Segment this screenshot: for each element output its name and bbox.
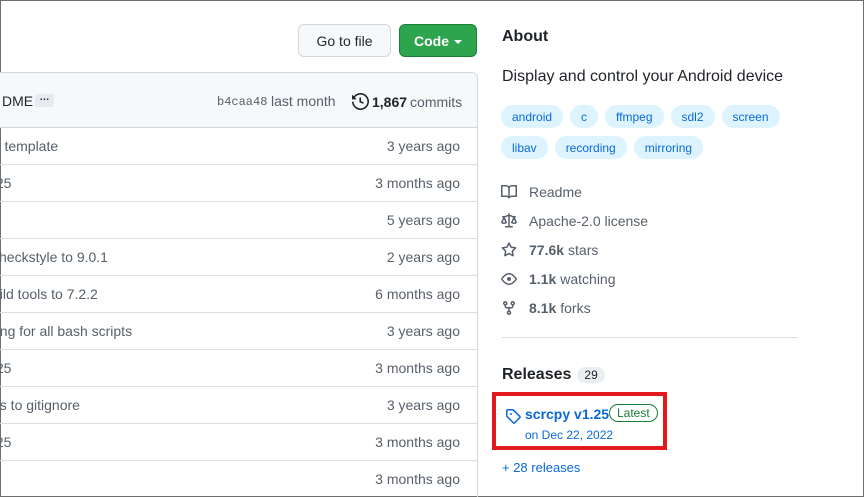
file-row: .25 3 months ago	[0, 424, 477, 461]
topic-tag[interactable]: sdl2	[670, 105, 715, 128]
commit-message[interactable]: DME	[2, 93, 33, 109]
expand-commit-button[interactable]: …	[35, 93, 54, 107]
latest-release-name[interactable]: scrcpy v1.25	[525, 406, 609, 422]
watching-link[interactable]: 1.1k watching	[501, 264, 648, 293]
file-row: rt template 3 years ago	[0, 128, 477, 165]
code-button[interactable]: Code	[399, 24, 477, 57]
file-commit-message[interactable]: .25	[0, 175, 11, 191]
stars-count: 77.6k	[529, 241, 565, 258]
releases-title: Releases	[502, 366, 572, 383]
tag-icon	[506, 409, 521, 424]
file-row: es to gitignore 3 years ago	[0, 387, 477, 424]
go-to-file-label: Go to file	[316, 32, 373, 49]
license-link[interactable]: Apache-2.0 license	[501, 206, 648, 235]
topic-tag[interactable]: android	[501, 105, 564, 128]
file-row: 3 months ago	[0, 461, 477, 497]
file-row: .25 3 months ago	[0, 165, 477, 202]
watching-count: 1.1k	[529, 270, 557, 287]
file-commit-age: 5 years ago	[386, 212, 460, 228]
file-commit-message[interactable]: ang for all bash scripts	[0, 323, 132, 339]
latest-release-highlight[interactable]: scrcpy v1.25 Latest on Dec 22, 2022	[492, 392, 667, 450]
commit-hash[interactable]: b4caa48	[217, 95, 267, 109]
file-commit-message[interactable]: checkstyle to 9.0.1	[0, 249, 108, 265]
readme-link[interactable]: Readme	[501, 177, 648, 206]
forks-link[interactable]: 8.1k forks	[501, 293, 648, 322]
latest-release-date: on Dec 22, 2022	[525, 428, 614, 442]
file-commit-age: 2 years ago	[386, 249, 460, 265]
file-row: checkstyle to 9.0.1 2 years ago	[0, 239, 477, 276]
topic-tag[interactable]: c	[570, 105, 599, 128]
go-to-file-button[interactable]: Go to file	[298, 24, 391, 57]
forks-label: forks	[560, 299, 591, 316]
stars-label: stars	[568, 241, 599, 258]
book-icon	[501, 184, 517, 198]
commit-count: 1,867	[372, 93, 408, 110]
releases-heading[interactable]: Releases 29	[502, 366, 605, 384]
fork-icon	[503, 300, 515, 315]
law-icon	[501, 212, 517, 227]
license-label: Apache-2.0 license	[529, 212, 649, 229]
commit-count-label: commits	[410, 93, 463, 110]
topic-tag[interactable]: recording	[554, 136, 627, 159]
about-heading: About	[502, 28, 549, 45]
file-commit-age: 6 months ago	[375, 286, 460, 302]
commit-time[interactable]: last month	[271, 93, 336, 109]
file-commit-age: 3 months ago	[375, 360, 460, 376]
file-commit-message[interactable]: es to gitignore	[0, 397, 80, 413]
topic-tag[interactable]: mirroring	[633, 136, 704, 159]
topic-tag[interactable]: ffmpeg	[605, 105, 664, 128]
commits-link[interactable]: 1,867 commits	[352, 93, 462, 110]
file-row: 5 years ago	[0, 202, 477, 239]
star-icon	[501, 241, 517, 256]
sidebar-divider	[502, 337, 798, 338]
readme-label: Readme	[529, 183, 582, 200]
file-row: ang for all bash scripts 3 years ago	[0, 313, 477, 350]
file-commit-message[interactable]: uild tools to 7.2.2	[0, 286, 98, 302]
file-commit-message[interactable]: .25	[0, 434, 11, 450]
file-row: .25 3 months ago	[0, 350, 477, 387]
chevron-down-icon	[454, 39, 462, 44]
topic-tag[interactable]: libav	[501, 136, 548, 159]
file-list: DME … b4caa48 last month 1,867 commits r…	[0, 72, 478, 497]
watching-label: watching	[560, 270, 616, 287]
more-releases-link[interactable]: + 28 releases	[502, 460, 580, 475]
eye-icon	[501, 272, 517, 285]
topic-tag[interactable]: screen	[721, 105, 780, 128]
code-label: Code	[414, 32, 449, 49]
stars-link[interactable]: 77.6k stars	[501, 235, 648, 264]
file-commit-message[interactable]: .25	[0, 360, 11, 376]
file-commit-age: 3 months ago	[375, 175, 460, 191]
file-commit-message[interactable]: rt template	[0, 138, 58, 154]
history-icon	[352, 93, 369, 110]
topic-list: android c ffmpeg sdl2 screen libav recor…	[501, 105, 801, 159]
file-commit-age: 3 years ago	[386, 397, 460, 413]
file-commit-age: 3 months ago	[375, 471, 460, 487]
latest-commit-bar: DME … b4caa48 last month 1,867 commits	[0, 73, 477, 128]
releases-counter: 29	[577, 367, 605, 383]
file-commit-age: 3 months ago	[375, 434, 460, 450]
file-row: uild tools to 7.2.2 6 months ago	[0, 276, 477, 313]
file-commit-age: 3 years ago	[386, 323, 460, 339]
repo-meta: Readme Apache-2.0 license 77.6k stars 1.…	[501, 177, 648, 322]
file-commit-age: 3 years ago	[386, 138, 460, 154]
forks-count: 8.1k	[529, 299, 557, 316]
latest-badge: Latest	[609, 404, 658, 422]
about-description: Display and control your Android device	[502, 68, 784, 85]
